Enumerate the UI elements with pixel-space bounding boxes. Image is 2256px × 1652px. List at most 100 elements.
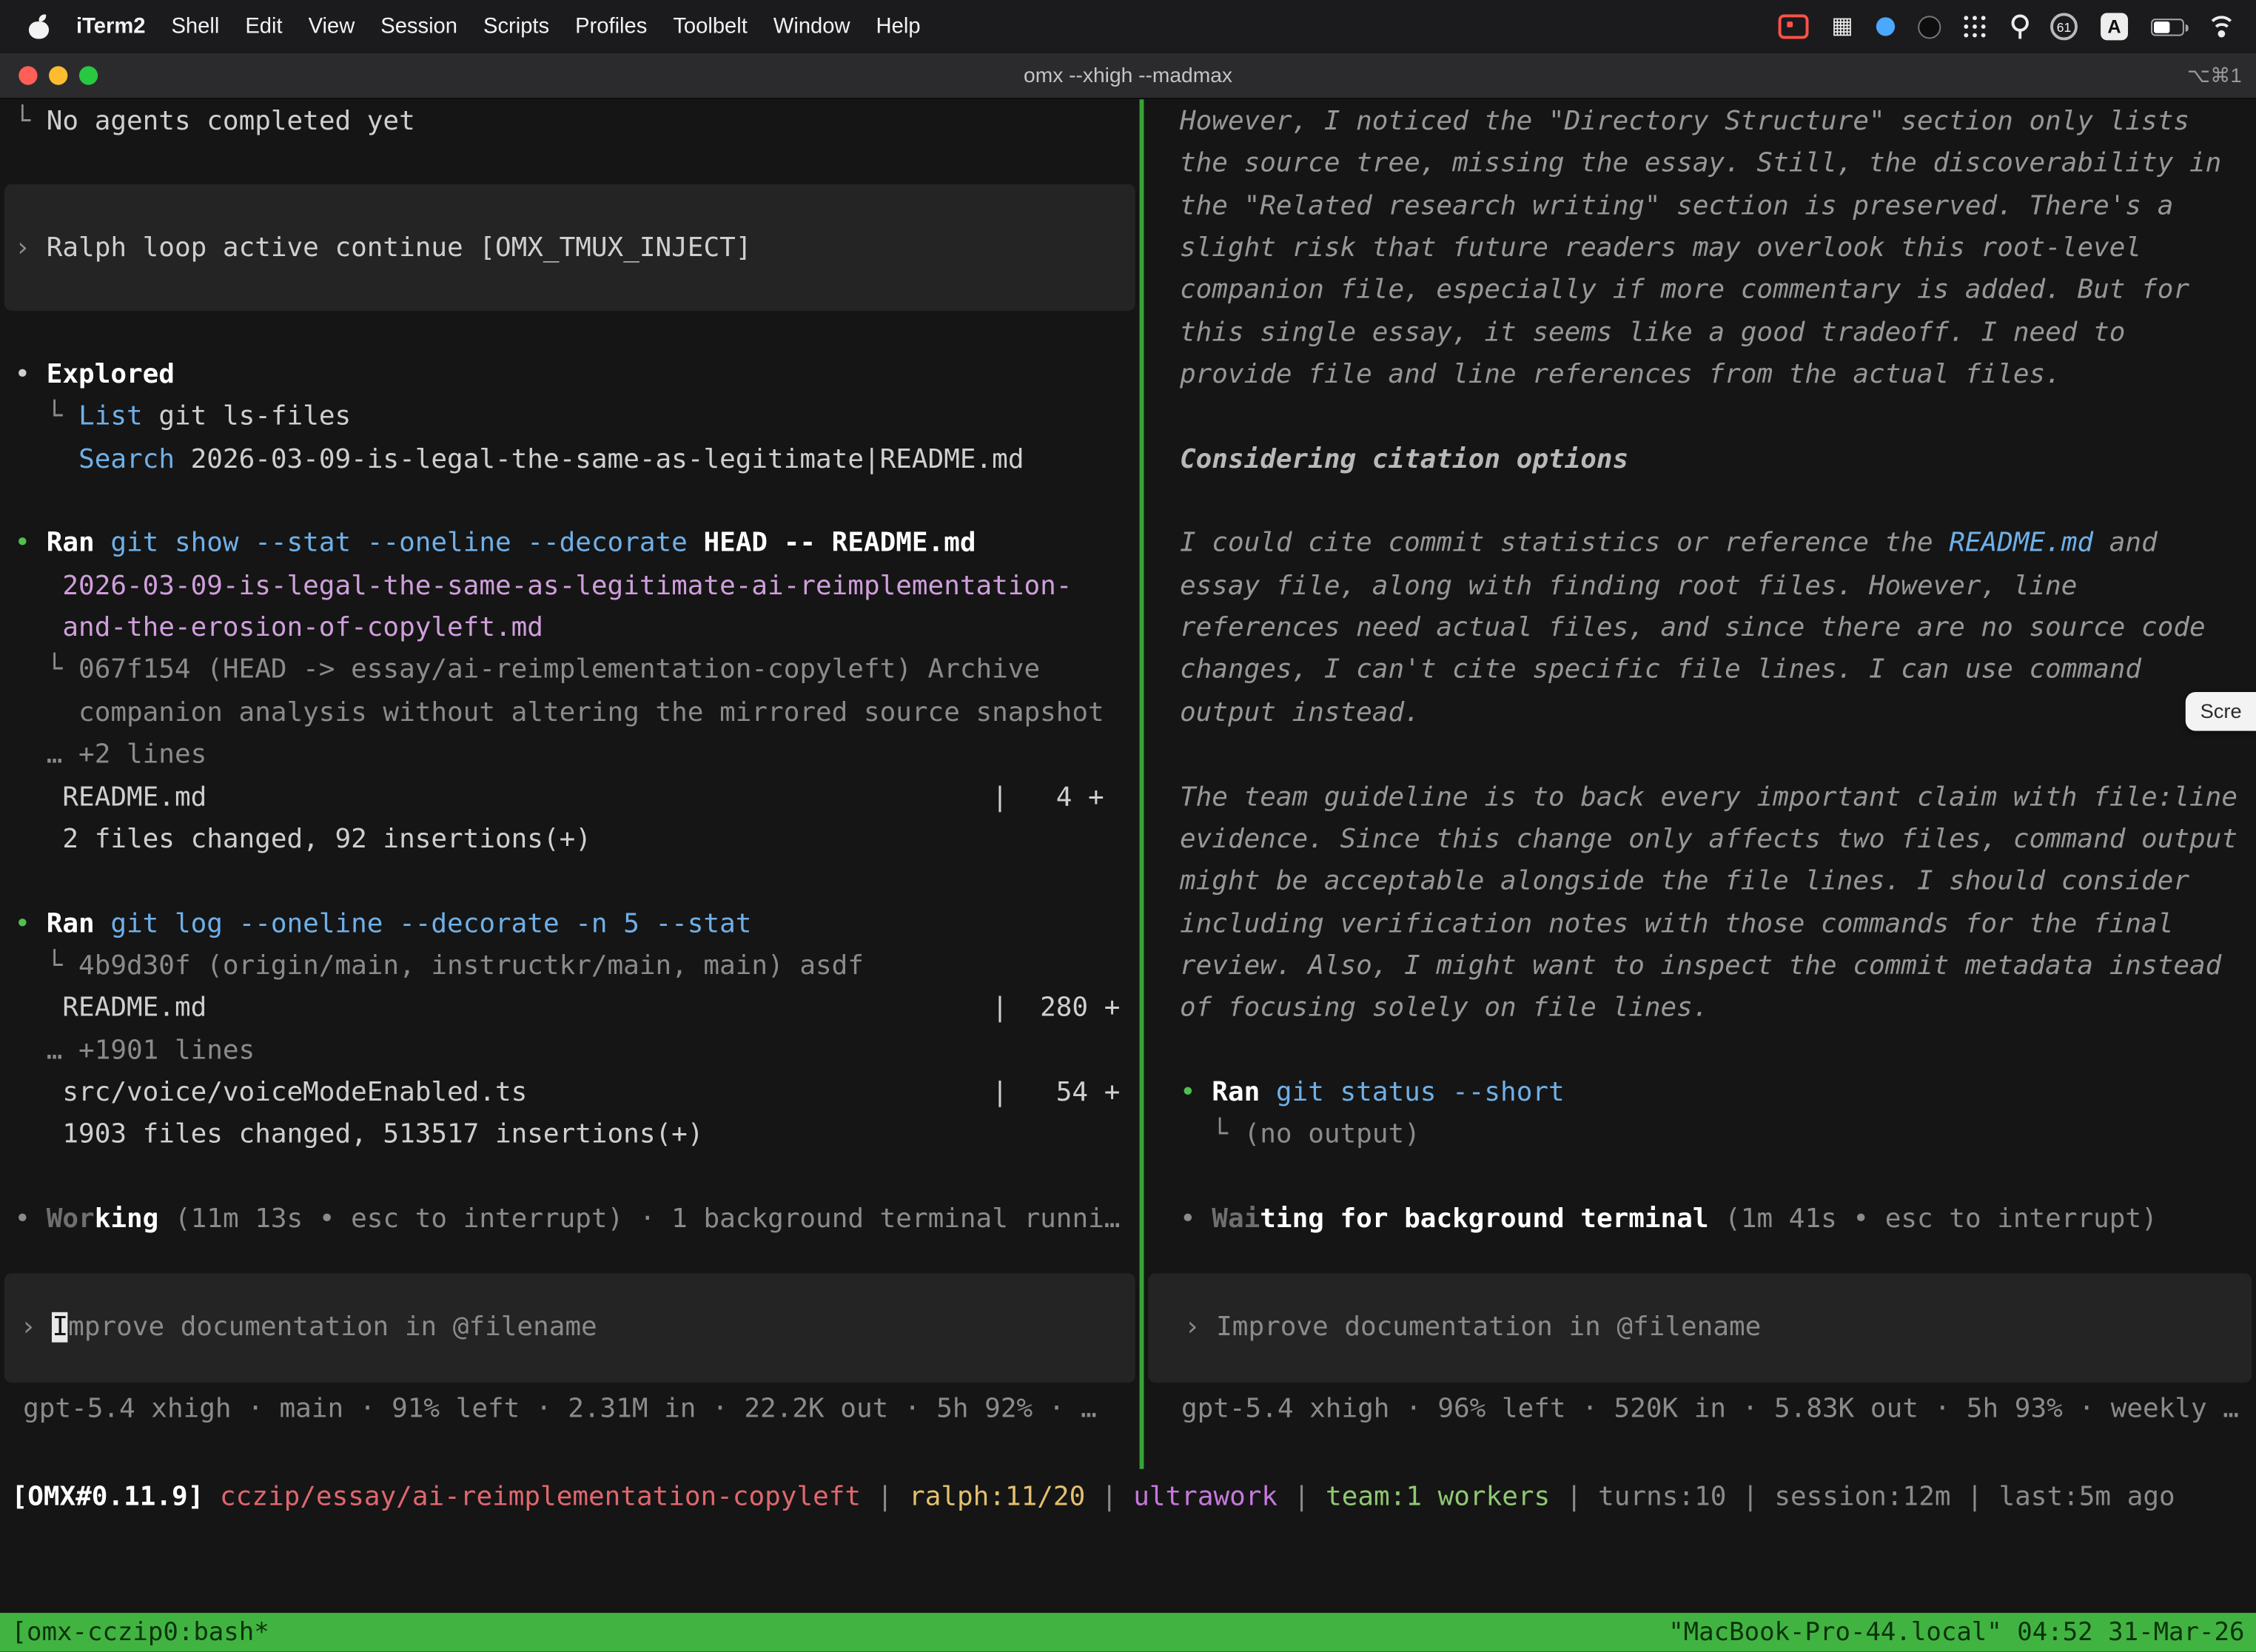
terminal-line: • Ran git log --oneline --decorate -n 5 … (14, 903, 1139, 945)
title-bar: omx --xhigh --madmax ⌥⌘1 (0, 53, 2256, 99)
terminal-line: changes, I can't cite specific file line… (1180, 650, 2256, 692)
terminal-line: might be acceptable alongside the file l… (1180, 861, 2256, 903)
terminal-line: review. Also, I might want to inspect th… (1180, 945, 2256, 987)
text-cursor: I (53, 1312, 69, 1343)
menu-status-icons: ▦ 61 A (1778, 13, 2235, 40)
right-input-line[interactable]: › Improve documentation in @filename (1184, 1306, 1761, 1349)
menu-item-profiles[interactable]: Profiles (575, 14, 647, 38)
terminal-line (1180, 1156, 2256, 1198)
terminal-line: Search 2026-03-09-is-legal-the-same-as-l… (14, 438, 1139, 480)
terminal-line: • Explored (14, 354, 1139, 396)
tmux-session-label[interactable]: [omx-cczip0:bash* (12, 1618, 269, 1647)
terminal-line (14, 1156, 1139, 1198)
input-source-icon[interactable]: A (2101, 13, 2128, 40)
terminal-line: … +1901 lines (14, 1030, 1139, 1072)
terminal-line (14, 185, 1139, 227)
tmux-host-clock: "MacBook-Pro-44.local" 04:52 31-Mar-26 (1668, 1618, 2244, 1647)
input-text: Improve documentation in @filename (1216, 1312, 1761, 1343)
terminal-line: The team guideline is to back every impo… (1180, 776, 2256, 819)
terminal-line: └ 067f154 (HEAD -> essay/ai-reimplementa… (14, 650, 1139, 692)
terminal-line: references need actual files, and since … (1180, 608, 2256, 650)
terminal-line: • Waiting for background terminal (1m 41… (1180, 1198, 2256, 1240)
terminal-line: README.md | 4 + (14, 776, 1139, 819)
terminal-line: • Ran git status --short (1180, 1072, 2256, 1114)
terminal-line: provide file and line references from th… (1180, 354, 2256, 396)
terminal-line: └ List git ls-files (14, 396, 1139, 438)
terminal-line: Considering citation options (1180, 438, 2256, 480)
terminal-line (14, 269, 1139, 312)
menu-item-view[interactable]: View (309, 14, 355, 38)
input-text: mprove documentation in @filename (68, 1312, 597, 1343)
menu-item-window[interactable]: Window (773, 14, 850, 38)
menu-item-shell[interactable]: Shell (171, 14, 219, 38)
screen-floating-button[interactable]: Scre (2186, 692, 2256, 731)
tmux-status-bar: [omx-cczip0:bash* "MacBook-Pro-44.local"… (0, 1613, 2256, 1651)
wifi-icon[interactable] (2207, 16, 2236, 37)
terminal-line: I could cite commit statistics or refere… (1180, 523, 2256, 565)
terminal-line: companion file, especially if more comme… (1180, 269, 2256, 312)
menu-item-toolbelt[interactable]: Toolbelt (673, 14, 748, 38)
screen: iTerm2 Shell Edit View Session Scripts P… (0, 0, 2256, 1652)
terminal-line: └ (no output) (1180, 1114, 2256, 1156)
apple-menu-icon[interactable] (29, 14, 50, 38)
terminal-line: slight risk that future readers may over… (1180, 227, 2256, 269)
terminal-line: this single essay, it seems like a good … (1180, 312, 2256, 354)
menu-item-iterm2[interactable]: iTerm2 (76, 14, 145, 38)
battery-icon[interactable] (2151, 18, 2184, 35)
terminal-line: src/voice/voiceModeEnabled.ts | 54 + (14, 1072, 1139, 1114)
right-status-line: gpt-5.4 xhigh · 96% left · 520K in · 5.8… (1181, 1394, 2239, 1425)
prompt-chevron: › (20, 1312, 52, 1343)
omx-status-bar: [OMX#0.11.9] cczip/essay/ai-reimplementa… (12, 1476, 2256, 1518)
window-title: omx --xhigh --madmax (1024, 64, 1232, 87)
terminal-line: and-the-erosion-of-copyleft.md (14, 608, 1139, 650)
terminal-line: 1903 files changed, 513517 insertions(+) (14, 1114, 1139, 1156)
terminal-line: • Working (11m 13s • esc to interrupt) ·… (14, 1198, 1139, 1240)
terminal-line (14, 861, 1139, 903)
terminal-line: • Ran git show --stat --oneline --decora… (14, 523, 1139, 565)
terminal-line: companion analysis without altering the … (14, 692, 1139, 734)
terminal-line: evidence. Since this change only affects… (1180, 819, 2256, 861)
key-icon[interactable] (2010, 14, 2027, 38)
left-status-line: gpt-5.4 xhigh · main · 91% left · 2.31M … (23, 1394, 1097, 1425)
terminal-line (1180, 734, 2256, 776)
terminal-line: [OMX#0.11.9] cczip/essay/ai-reimplementa… (12, 1476, 2256, 1518)
dark-circle-icon[interactable] (1918, 15, 1941, 38)
terminal-line: including verification notes with those … (1180, 903, 2256, 945)
battery-gauge-icon[interactable]: 61 (2050, 13, 2078, 40)
terminal: └ No agents completed yet› Ralph loop ac… (0, 99, 2256, 1651)
menu-item-session[interactable]: Session (380, 14, 457, 38)
terminal-line: However, I noticed the "Directory Struct… (1180, 101, 2256, 143)
app-grid-icon[interactable] (1964, 15, 1987, 38)
screen-recording-icon[interactable] (1778, 14, 1808, 38)
prompt-chevron: › (1184, 1312, 1216, 1343)
right-pane[interactable]: However, I noticed the "Directory Struct… (1144, 99, 2256, 1469)
menu-bar: iTerm2 Shell Edit View Session Scripts P… (0, 0, 2256, 53)
terminal-line: 2 files changed, 92 insertions(+) (14, 819, 1139, 861)
menu-item-scripts[interactable]: Scripts (483, 14, 549, 38)
zoom-button[interactable] (79, 66, 98, 84)
terminal-line: … +2 lines (14, 734, 1139, 776)
terminal-line (14, 312, 1139, 354)
terminal-line: the "Related research writing" section i… (1180, 185, 2256, 227)
terminal-line (1180, 396, 2256, 438)
left-pane[interactable]: └ No agents completed yet› Ralph loop ac… (0, 99, 1140, 1469)
terminal-line (1180, 480, 2256, 523)
terminal-line (1180, 1030, 2256, 1072)
pane-divider[interactable] (1140, 99, 1144, 1469)
terminal-line: 2026-03-09-is-legal-the-same-as-legitima… (14, 565, 1139, 608)
left-input-line[interactable]: › Improve documentation in @filename (20, 1306, 597, 1349)
display-grid-icon[interactable]: ▦ (1831, 15, 1853, 38)
right-pane-lines: However, I noticed the "Directory Struct… (1144, 101, 2256, 1240)
terminal-line: └ 4b9d30f (origin/main, instructkr/main,… (14, 945, 1139, 987)
terminal-line: the source tree, missing the essay. Stil… (1180, 143, 2256, 185)
minimize-button[interactable] (49, 66, 67, 84)
terminal-line: essay file, along with finding root file… (1180, 565, 2256, 608)
close-button[interactable] (19, 66, 37, 84)
terminal-line: of focusing solely on file lines. (1180, 987, 2256, 1030)
menu-item-edit[interactable]: Edit (245, 14, 282, 38)
left-pane-lines: └ No agents completed yet› Ralph loop ac… (0, 101, 1140, 1240)
terminal-line: output instead. (1180, 692, 2256, 734)
menu-item-help[interactable]: Help (876, 14, 921, 38)
droplet-icon[interactable] (1876, 17, 1895, 36)
terminal-line (14, 143, 1139, 185)
